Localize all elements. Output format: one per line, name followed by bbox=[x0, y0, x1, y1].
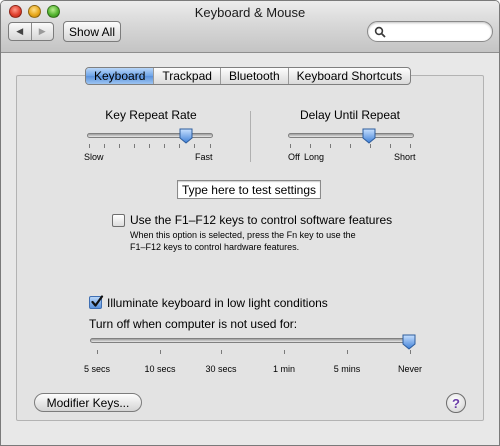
forward-arrow-icon[interactable]: ▶ bbox=[32, 23, 54, 40]
turn-off-stop-label: 1 min bbox=[272, 364, 295, 374]
fkeys-help-line1: When this option is selected, press the … bbox=[130, 230, 356, 240]
key-repeat-title: Key Repeat Rate bbox=[105, 108, 197, 122]
key-repeat-slider-track[interactable] bbox=[87, 133, 213, 138]
fkeys-label[interactable]: Use the F1–F12 keys to control software … bbox=[130, 213, 392, 227]
window-title: Keyboard & Mouse bbox=[194, 5, 306, 20]
fkeys-help-line2: F1–F12 keys to control hardware features… bbox=[130, 242, 300, 252]
turn-off-title: Turn off when computer is not used for: bbox=[89, 317, 298, 331]
modifier-keys-button[interactable]: Modifier Keys... bbox=[34, 393, 142, 412]
turn-off-stop-label: Never bbox=[397, 364, 422, 374]
help-button[interactable]: ? bbox=[446, 393, 466, 413]
navigation-buttons: ◀ ▶ bbox=[8, 22, 54, 41]
delay-repeat-slider-thumb[interactable] bbox=[362, 128, 376, 144]
show-all-button[interactable]: Show All bbox=[63, 21, 121, 42]
test-settings-field[interactable]: Type here to test settings bbox=[177, 180, 321, 199]
delay-repeat-off-label: Off bbox=[288, 152, 300, 162]
title-bar: Keyboard & Mouse ◀ ▶ Show All bbox=[1, 1, 499, 53]
turn-off-stop-label: 5 mins bbox=[333, 364, 361, 374]
turn-off-stop-label: 30 secs bbox=[205, 364, 237, 374]
illuminate-label[interactable]: Illuminate keyboard in low light conditi… bbox=[107, 296, 328, 310]
turn-off-stop-label: 5 secs bbox=[83, 364, 110, 374]
delay-repeat-short-label: Short bbox=[394, 152, 416, 162]
turn-off-stop-label: 10 secs bbox=[144, 364, 176, 374]
checkmark-icon bbox=[91, 295, 104, 307]
tab-keyboard[interactable]: Keyboard bbox=[86, 68, 155, 84]
key-repeat-slider-thumb[interactable] bbox=[179, 128, 193, 144]
search-field[interactable] bbox=[367, 21, 493, 42]
tab-bluetooth[interactable]: Bluetooth bbox=[221, 68, 289, 84]
preferences-window: Keyboard & Mouse ◀ ▶ Show All Keyboard T… bbox=[0, 0, 500, 446]
key-repeat-min-label: Slow bbox=[84, 152, 104, 162]
turn-off-slider-thumb[interactable] bbox=[402, 334, 416, 350]
turn-off-slider-track[interactable] bbox=[90, 338, 414, 343]
delay-repeat-slider-track[interactable] bbox=[288, 133, 414, 138]
delay-repeat-title: Delay Until Repeat bbox=[299, 108, 401, 122]
tab-bar: Keyboard Trackpad Bluetooth Keyboard Sho… bbox=[85, 67, 412, 85]
search-icon bbox=[374, 26, 386, 38]
delay-repeat-long-label: Long bbox=[304, 152, 325, 162]
fkeys-checkbox[interactable] bbox=[112, 214, 125, 227]
illuminate-checkbox[interactable] bbox=[89, 295, 104, 309]
tab-trackpad[interactable]: Trackpad bbox=[154, 68, 221, 84]
question-mark-icon: ? bbox=[452, 395, 460, 411]
key-repeat-max-label: Fast bbox=[195, 152, 213, 162]
back-arrow-icon[interactable]: ◀ bbox=[9, 23, 32, 40]
tab-keyboard-shortcuts[interactable]: Keyboard Shortcuts bbox=[289, 68, 410, 84]
section-divider bbox=[250, 111, 251, 162]
